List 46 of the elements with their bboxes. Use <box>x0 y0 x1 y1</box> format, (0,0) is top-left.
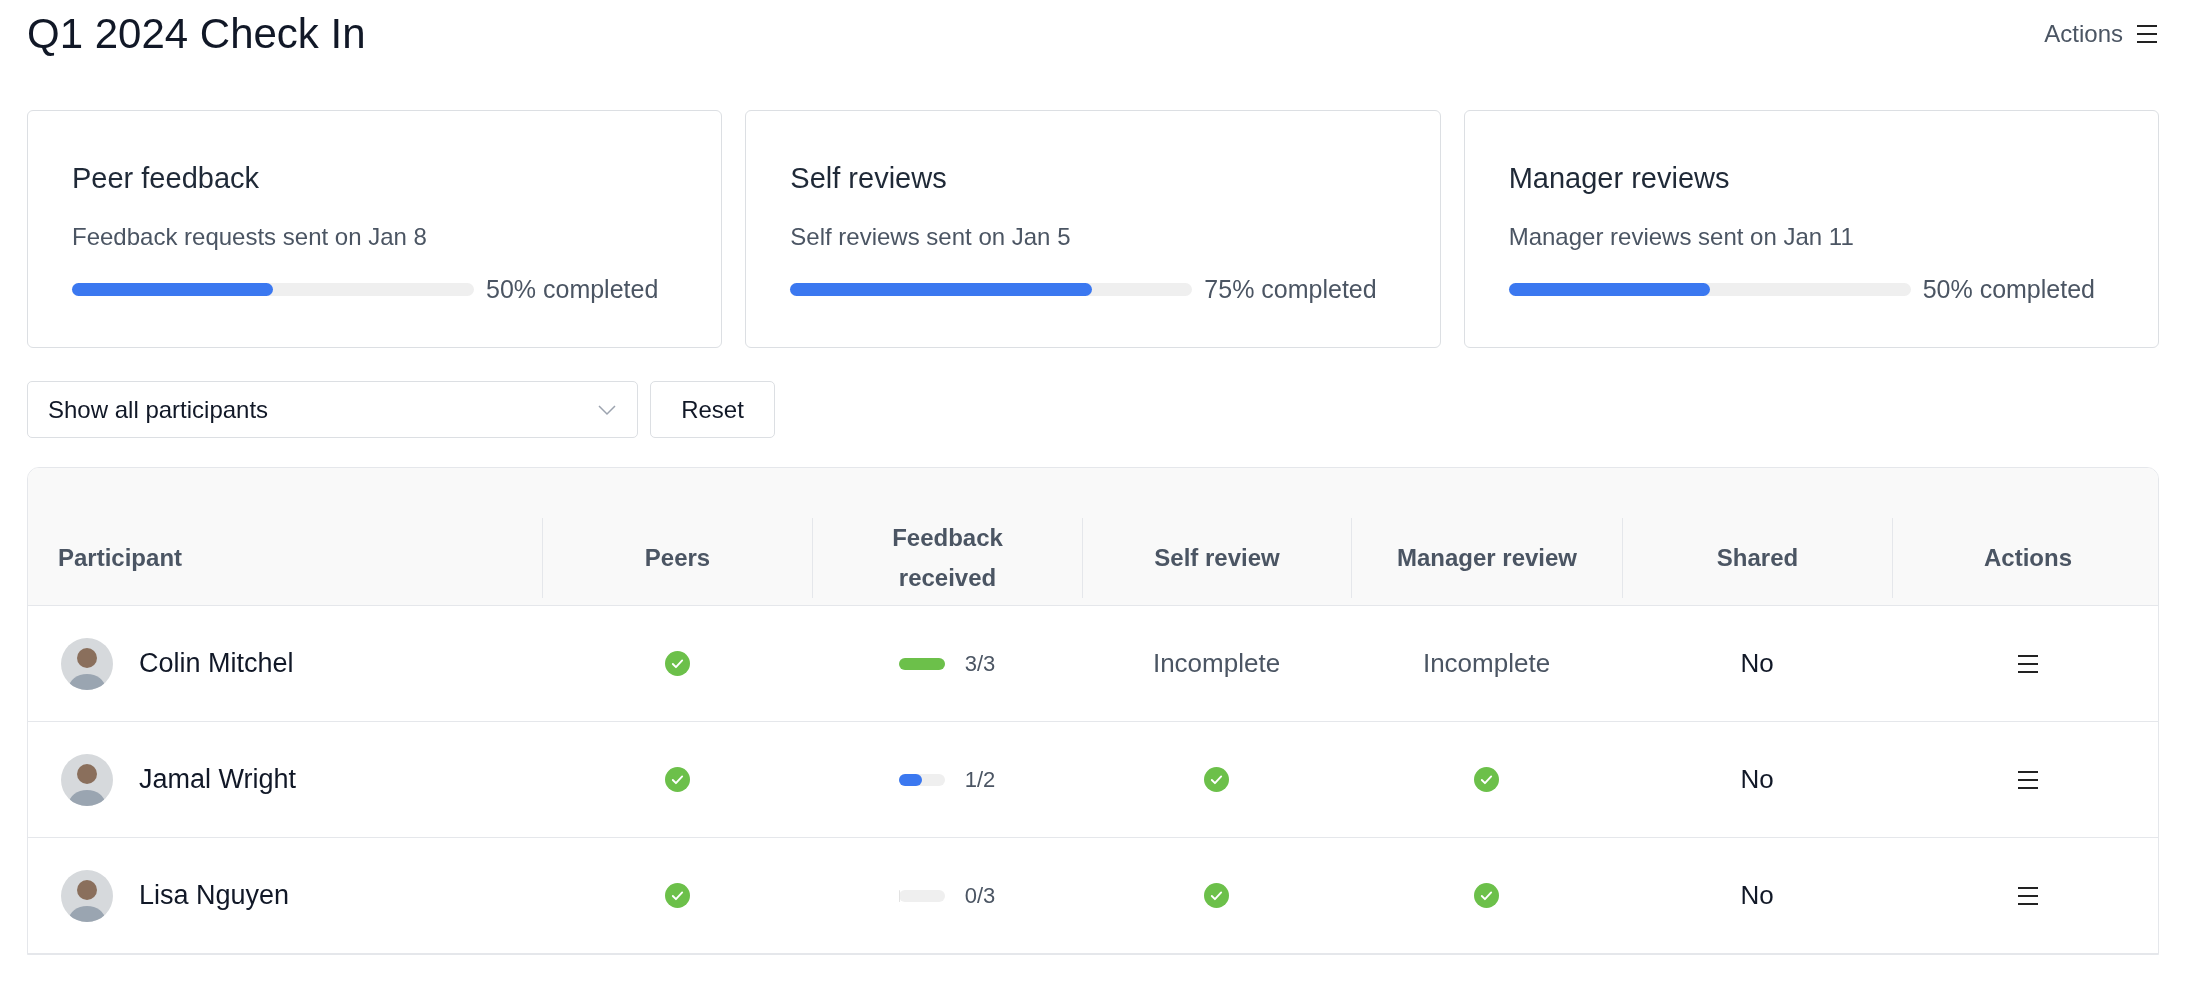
check-circle-icon <box>1474 883 1499 908</box>
shared-value: No <box>1740 763 1774 796</box>
check-circle-icon <box>664 767 690 792</box>
participant-name: Lisa Nguyen <box>139 879 290 913</box>
row-menu-icon[interactable] <box>2015 885 2040 906</box>
avatar <box>61 637 113 690</box>
actions-menu-button[interactable]: Actions <box>2044 16 2159 52</box>
row-menu-icon[interactable] <box>2015 653 2040 674</box>
check-circle-icon <box>1474 767 1499 792</box>
column-header: Self review <box>1154 543 1280 573</box>
shared-value: No <box>1740 647 1774 680</box>
page-title: Q1 2024 Check In <box>27 13 366 55</box>
card-title: Peer feedback <box>72 161 260 196</box>
check-circle-icon <box>1204 883 1229 908</box>
row-menu-icon[interactable] <box>2015 769 2040 790</box>
reset-button[interactable]: Reset <box>650 381 775 438</box>
column-header: Peers <box>644 543 711 573</box>
column-header: Participant <box>58 543 183 573</box>
participant-name: Jamal Wright <box>139 763 297 797</box>
feedback-count: 1/2 <box>964 766 996 794</box>
card-subtitle: Self reviews sent on Jan 5 <box>790 221 1072 252</box>
check-circle-icon <box>1204 767 1229 792</box>
card-title: Manager reviews <box>1508 161 1731 196</box>
avatar <box>61 753 113 806</box>
card-subtitle: Feedback requests sent on Jan 8 <box>72 221 428 252</box>
column-header: Manager review <box>1396 543 1578 573</box>
column-header: Shared <box>1716 543 1799 573</box>
feedback-count: 0/3 <box>964 882 996 910</box>
check-circle-icon <box>664 651 690 676</box>
check-circle-icon <box>664 883 690 908</box>
participant-filter-dropdown[interactable]: Show all participants <box>27 381 638 438</box>
participant-name: Colin Mitchel <box>139 647 294 681</box>
column-header: Feedback received <box>891 523 1004 593</box>
chevron-down-icon <box>597 403 617 416</box>
status-text: Incomplete <box>1152 647 1281 680</box>
card-title: Self reviews <box>790 161 948 196</box>
column-header: Actions <box>1984 543 2072 573</box>
avatar <box>61 869 113 922</box>
progress-reading: 50% completed <box>1922 273 2095 305</box>
progress-reading: 50% completed <box>486 273 659 305</box>
feedback-count: 3/3 <box>964 650 996 678</box>
menu-icon[interactable] <box>2135 24 2159 44</box>
progress-reading: 75% completed <box>1204 273 1377 305</box>
shared-value: No <box>1740 879 1774 912</box>
card-subtitle: Manager reviews sent on Jan 11 <box>1508 221 1855 252</box>
status-text: Incomplete <box>1422 647 1551 680</box>
